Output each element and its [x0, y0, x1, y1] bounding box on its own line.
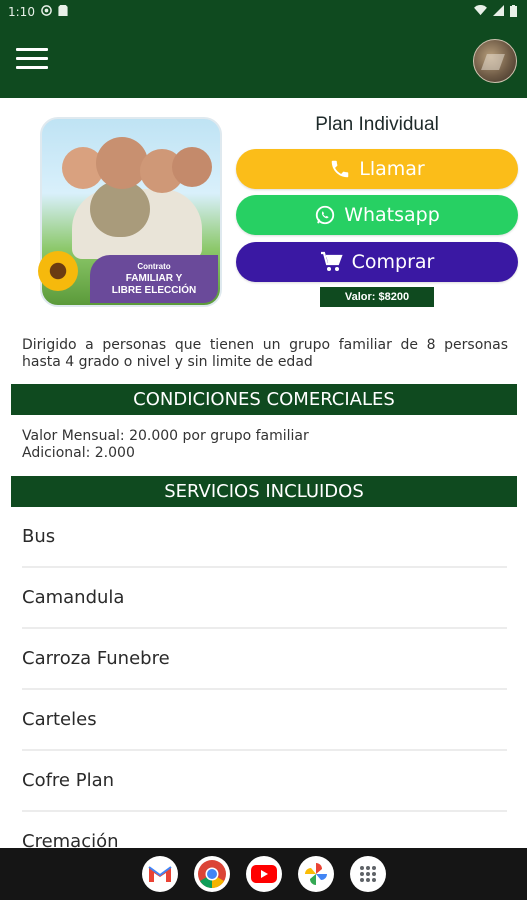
plan-description: Dirigido a personas que tienen un grupo … — [22, 337, 508, 370]
app-dock — [0, 848, 527, 900]
plan-banner: Contrato FAMILIAR Y LIBRE ELECCIÓN — [90, 255, 218, 303]
banner-line-1: Contrato — [137, 262, 171, 271]
call-button[interactable]: Llamar — [236, 149, 518, 189]
wifi-icon — [474, 5, 487, 19]
list-item[interactable]: Bus — [22, 507, 507, 568]
conditions-line-2: Adicional: 2.000 — [22, 445, 135, 461]
battery-icon — [510, 4, 517, 20]
banner-line-3: LIBRE ELECCIÓN — [111, 285, 197, 296]
conditions-line-1: Valor Mensual: 20.000 por grupo familiar — [22, 428, 309, 444]
conditions-text: Valor Mensual: 20.000 por grupo familiar… — [22, 428, 508, 462]
list-item[interactable]: Cofre Plan — [22, 751, 507, 812]
status-time: 1:10 — [8, 5, 35, 19]
services-header: SERVICIOS INCLUIDOS — [11, 476, 517, 507]
app-bar — [0, 24, 527, 98]
call-label: Llamar — [359, 158, 425, 180]
whatsapp-icon — [314, 204, 336, 226]
list-item[interactable]: Camandula — [22, 568, 507, 629]
hamburger-icon[interactable] — [16, 48, 48, 70]
sunflower-icon — [38, 251, 78, 291]
list-item[interactable]: Carroza Funebre — [22, 629, 507, 690]
gmail-icon[interactable] — [141, 856, 178, 892]
price-badge: Valor: $8200 — [320, 287, 434, 307]
avatar[interactable] — [473, 39, 517, 83]
list-item[interactable]: Carteles — [22, 690, 507, 751]
sd-card-icon — [58, 5, 68, 19]
signal-icon — [493, 5, 504, 19]
banner-line-2: FAMILIAR Y — [125, 273, 183, 284]
phone-icon — [329, 158, 351, 180]
cart-icon — [320, 251, 344, 273]
services-list: Bus Camandula Carroza Funebre Carteles C… — [22, 507, 507, 873]
notification-icon — [41, 5, 52, 19]
photos-icon[interactable] — [297, 856, 334, 892]
chrome-icon[interactable] — [193, 856, 230, 892]
youtube-icon[interactable] — [245, 856, 282, 892]
conditions-header: CONDICIONES COMERCIALES — [11, 384, 517, 415]
apps-icon[interactable] — [349, 856, 386, 892]
buy-button[interactable]: Comprar — [236, 242, 518, 282]
whatsapp-label: Whatsapp — [344, 204, 440, 226]
plan-title: Plan Individual — [315, 114, 439, 135]
whatsapp-button[interactable]: Whatsapp — [236, 195, 518, 235]
plan-image: Contrato FAMILIAR Y LIBRE ELECCIÓN — [38, 117, 222, 307]
buy-label: Comprar — [351, 251, 435, 273]
status-bar: 1:10 — [0, 0, 527, 24]
